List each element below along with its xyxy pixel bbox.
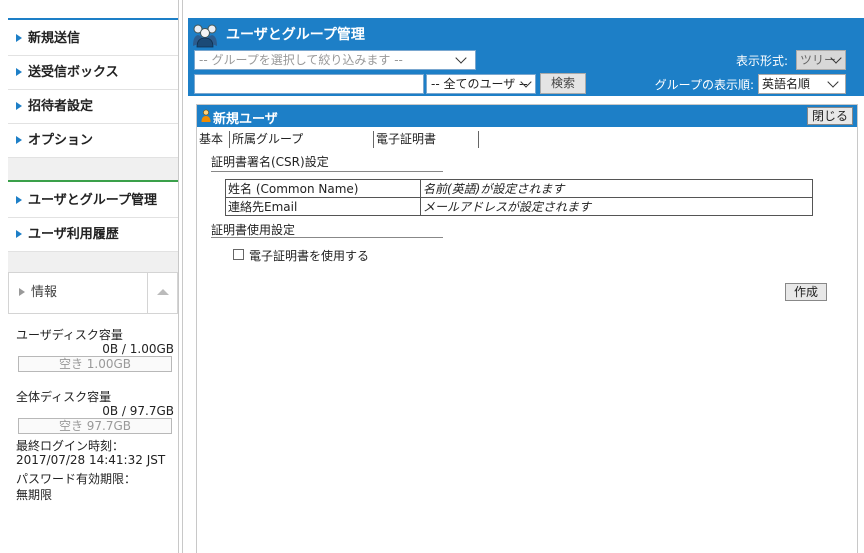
sidebar-item-new-send[interactable]: 新規送信 (8, 22, 178, 56)
last-login-value: 2017/07/28 14:41:32 JST (16, 453, 166, 467)
main-area: ユーザとグループ管理 -- グループを選択して絞り込みます -- -- 全てのユ… (188, 0, 864, 553)
tab-groups[interactable]: 所属グループ (230, 131, 370, 147)
use-certificate-checkbox[interactable] (233, 249, 244, 260)
users-icon (193, 24, 217, 48)
display-format-value: ツリー (800, 53, 837, 67)
sidebar-item-label: オプション (28, 133, 94, 148)
triangle-right-icon (16, 33, 22, 42)
tab-certificate[interactable]: 電子証明書 (374, 131, 472, 147)
group-filter-select[interactable]: -- グループを選択して絞り込みます -- (194, 50, 476, 70)
sidebar-border (178, 0, 179, 553)
password-expiry-value: 無期限 (16, 488, 53, 502)
user-filter-select[interactable]: -- 全てのユーザ -- (426, 74, 536, 94)
sidebar-gap (8, 252, 178, 272)
section-divider (211, 237, 443, 238)
user-disk-value: 0B / 1.00GB (102, 342, 174, 356)
section-divider (211, 171, 443, 172)
group-filter-value: -- グループを選択して絞り込みます -- (199, 53, 403, 67)
password-expiry-label: パスワード有効期限： (16, 472, 137, 486)
panel-title: 新規ユーザ (213, 112, 278, 127)
sidebar-item-label: ユーザ利用履歴 (28, 227, 119, 242)
user-filter-value: -- 全てのユーザ -- (431, 77, 528, 91)
sidebar-item-send-receive-box[interactable]: 送受信ボックス (8, 56, 178, 90)
panel-tabs: 基本 所属グループ 電子証明書 (197, 131, 487, 149)
sidebar-separator (8, 180, 178, 182)
table-row: 連絡先Email メールアドレスが設定されます (225, 197, 813, 216)
last-login-label: 最終ログイン時刻： (16, 439, 125, 453)
sidebar: 新規送信 送受信ボックス 招待者設定 オプション ユーザとグループ管理 ユーザ利… (0, 0, 184, 553)
sidebar-item-user-group-management[interactable]: ユーザとグループ管理 (8, 184, 178, 218)
sidebar-item-options[interactable]: オプション (8, 124, 178, 158)
sidebar-item-label: 送受信ボックス (28, 65, 119, 80)
group-order-value: 英語名順 (762, 77, 811, 91)
use-certificate-label: 電子証明書を使用する (249, 249, 370, 263)
total-disk-label: 全体ディスク容量 (16, 390, 112, 404)
group-order-label: グループの表示順: (654, 78, 754, 92)
display-format-select[interactable]: ツリー (796, 50, 846, 70)
table-row: 姓名 (Common Name) 名前(英語)が設定されます (225, 179, 813, 198)
csr-value: メールアドレスが設定されます (420, 197, 813, 216)
display-format-label: 表示形式: (735, 54, 788, 68)
search-input[interactable] (194, 74, 424, 94)
search-button[interactable]: 検索 (540, 73, 586, 94)
total-disk-free: 空き 97.7GB (18, 418, 172, 434)
collapse-toggle[interactable] (147, 273, 177, 313)
chevron-up-icon (157, 289, 169, 295)
csr-table: 姓名 (Common Name) 名前(英語)が設定されます 連絡先Email … (225, 179, 813, 216)
sidebar-item-label: 新規送信 (28, 31, 81, 46)
info-title-label: 情報 (31, 285, 58, 300)
usage-section-title: 証明書使用設定 (211, 223, 296, 237)
info-title: 情報 (19, 273, 57, 313)
page-title: ユーザとグループ管理 (226, 27, 365, 43)
chevron-down-icon (827, 76, 839, 88)
group-order-select[interactable]: 英語名順 (758, 74, 846, 94)
create-button[interactable]: 作成 (785, 283, 827, 301)
sidebar-top-accent (8, 18, 178, 20)
user-disk-free: 空き 1.00GB (18, 356, 172, 372)
panel-titlebar: 新規ユーザ 閉じる (197, 105, 857, 127)
tab-basic[interactable]: 基本 (197, 131, 227, 147)
triangle-right-icon (16, 101, 22, 110)
sidebar-item-label: ユーザとグループ管理 (28, 193, 157, 208)
csr-key: 姓名 (Common Name) (225, 179, 421, 198)
chevron-down-icon (455, 52, 467, 64)
csr-section-title: 証明書署名(CSR)設定 (211, 155, 329, 169)
sidebar-gap (8, 158, 178, 180)
triangle-right-icon (16, 195, 22, 204)
sidebar-item-user-history[interactable]: ユーザ利用履歴 (8, 218, 178, 252)
tab-divider (478, 131, 479, 148)
csr-key: 連絡先Email (225, 197, 421, 216)
triangle-right-icon (16, 135, 22, 144)
sidebar-border (182, 0, 183, 553)
sidebar-item-label: 招待者設定 (28, 99, 94, 114)
user-icon (201, 109, 211, 122)
info-panel-header[interactable]: 情報 (8, 272, 178, 314)
new-user-panel: 新規ユーザ 閉じる 基本 所属グループ 電子証明書 証明書署名(CSR)設定 姓… (196, 104, 858, 553)
triangle-right-icon (16, 229, 22, 238)
total-disk-value: 0B / 97.7GB (102, 404, 174, 418)
user-disk-label: ユーザディスク容量 (16, 328, 123, 342)
csr-value: 名前(英語)が設定されます (420, 179, 813, 198)
header-bar: ユーザとグループ管理 -- グループを選択して絞り込みます -- -- 全てのユ… (188, 18, 864, 96)
triangle-right-icon (19, 287, 25, 296)
close-button[interactable]: 閉じる (807, 107, 853, 125)
triangle-right-icon (16, 67, 22, 76)
sidebar-item-invitee-settings[interactable]: 招待者設定 (8, 90, 178, 124)
